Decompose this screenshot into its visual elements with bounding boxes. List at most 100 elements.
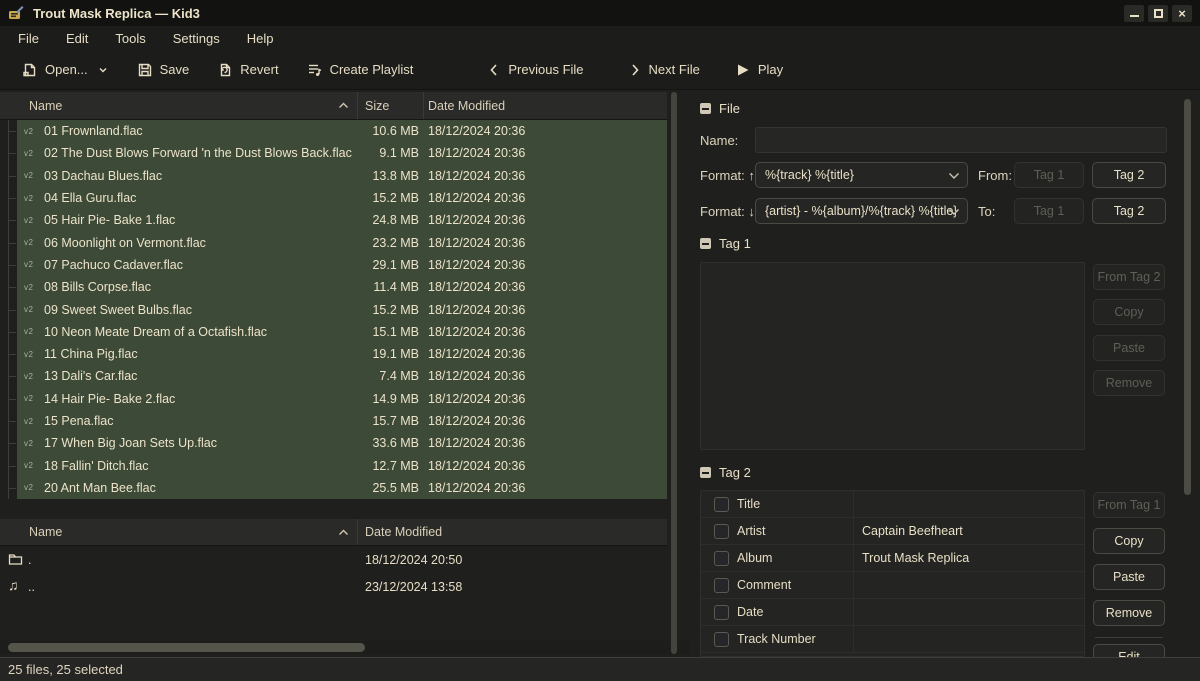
next-file-button[interactable]: Next File xyxy=(622,57,706,83)
file-column-name[interactable]: Name xyxy=(0,92,358,119)
minimize-button[interactable] xyxy=(1124,5,1144,22)
menu-tools[interactable]: Tools xyxy=(109,29,151,48)
filename-input[interactable] xyxy=(755,127,1167,153)
dir-list: . 18/12/2024 20:50 ♫ .. 23/12/2024 13:58 xyxy=(0,546,667,600)
format-to-combobox[interactable]: {artist} - %{album}/%{track} %{title} xyxy=(755,198,968,224)
tag-v2-indicator: v2 xyxy=(24,194,33,203)
file-column-size[interactable]: Size xyxy=(358,92,424,119)
tag2-copy-button[interactable]: Copy xyxy=(1093,528,1165,554)
tag1-copy-button[interactable]: Copy xyxy=(1093,299,1165,325)
field-checkbox[interactable] xyxy=(714,551,729,566)
file-date-modified: 18/12/2024 20:36 xyxy=(424,258,667,272)
file-date-modified: 18/12/2024 20:36 xyxy=(424,325,667,339)
tree-branch xyxy=(0,365,17,387)
file-date-modified: 18/12/2024 20:36 xyxy=(424,459,667,473)
file-row[interactable]: v2 02 The Dust Blows Forward 'n the Dust… xyxy=(0,142,667,164)
status-text: 25 files, 25 selected xyxy=(8,662,123,677)
tag1-paste-button[interactable]: Paste xyxy=(1093,335,1165,361)
tag2-edit-button[interactable]: Edit xyxy=(1093,644,1165,657)
tag1-from-tag2-button[interactable]: From Tag 2 xyxy=(1093,264,1165,290)
file-row[interactable]: v2 13 Dali's Car.flac 7.4 MB 18/12/2024 … xyxy=(0,365,667,387)
collapse-tag2-section-icon[interactable] xyxy=(700,467,711,478)
create-playlist-button[interactable]: Create Playlist xyxy=(301,57,420,83)
field-value[interactable]: Trout Mask Replica xyxy=(852,551,969,565)
file-row[interactable]: v2 15 Pena.flac 15.7 MB 18/12/2024 20:36 xyxy=(0,410,667,432)
menu-settings[interactable]: Settings xyxy=(167,29,226,48)
file-row[interactable]: v2 14 Hair Pie- Bake 2.flac 14.9 MB 18/1… xyxy=(0,388,667,410)
file-date-modified: 18/12/2024 20:36 xyxy=(424,146,667,160)
next-file-label: Next File xyxy=(649,62,700,77)
revert-button[interactable]: Revert xyxy=(211,57,284,83)
dir-column-name[interactable]: Name xyxy=(0,519,358,545)
file-row[interactable]: v2 03 Dachau Blues.flac 13.8 MB 18/12/20… xyxy=(0,165,667,187)
field-checkbox[interactable] xyxy=(714,524,729,539)
file-row[interactable]: v2 20 Ant Man Bee.flac 25.5 MB 18/12/202… xyxy=(0,477,667,499)
file-date-modified: 18/12/2024 20:36 xyxy=(424,280,667,294)
tag2-remove-button[interactable]: Remove xyxy=(1093,600,1165,626)
field-value[interactable]: Captain Beefheart xyxy=(852,524,963,538)
maximize-button[interactable] xyxy=(1148,5,1168,22)
file-row[interactable]: v2 08 Bills Corpse.flac 11.4 MB 18/12/20… xyxy=(0,276,667,298)
vertical-scrollbar-thumb[interactable] xyxy=(1184,99,1191,495)
file-row[interactable]: v2 07 Pachuco Cadaver.flac 29.1 MB 18/12… xyxy=(0,254,667,276)
tag1-remove-button[interactable]: Remove xyxy=(1093,370,1165,396)
tag-v2-indicator: v2 xyxy=(24,216,33,225)
play-label: Play xyxy=(758,62,783,77)
file-row[interactable]: v2 17 When Big Joan Sets Up.flac 33.6 MB… xyxy=(0,432,667,454)
panel-splitter[interactable] xyxy=(671,92,677,654)
chevron-down-icon xyxy=(948,172,960,180)
dir-row-current[interactable]: . 18/12/2024 20:50 xyxy=(0,546,667,573)
vertical-scrollbar[interactable] xyxy=(1184,95,1191,652)
file-row[interactable]: v2 11 China Pig.flac 19.1 MB 18/12/2024 … xyxy=(0,343,667,365)
tag2-paste-button[interactable]: Paste xyxy=(1093,564,1165,590)
file-row[interactable]: v2 06 Moonlight on Vermont.flac 23.2 MB … xyxy=(0,231,667,253)
collapse-file-section-icon[interactable] xyxy=(700,103,711,114)
file-date-modified: 18/12/2024 20:36 xyxy=(424,392,667,406)
dir-row-parent[interactable]: ♫ .. 23/12/2024 13:58 xyxy=(0,573,667,600)
close-button[interactable]: × xyxy=(1172,5,1192,22)
field-checkbox[interactable] xyxy=(714,632,729,647)
collapse-tag1-section-icon[interactable] xyxy=(700,238,711,249)
file-row[interactable]: v2 04 Ella Guru.flac 15.2 MB 18/12/2024 … xyxy=(0,187,667,209)
format-from-combobox[interactable]: %{track} %{title} xyxy=(755,162,968,188)
play-button[interactable]: Play xyxy=(728,57,789,83)
save-button[interactable]: Save xyxy=(131,57,196,83)
sort-ascending-icon xyxy=(338,101,349,110)
tree-branch xyxy=(0,231,17,253)
to-tag2-button[interactable]: Tag 2 xyxy=(1092,198,1166,224)
from-tag2-button[interactable]: Tag 2 xyxy=(1092,162,1166,188)
field-checkbox[interactable] xyxy=(714,578,729,593)
file-row[interactable]: v2 10 Neon Meate Dream of a Octafish.fla… xyxy=(0,321,667,343)
dir-name: . xyxy=(28,553,358,567)
dir-column-modified[interactable]: Date Modified xyxy=(358,519,667,545)
menu-edit[interactable]: Edit xyxy=(60,29,94,48)
file-name: 15 Pena.flac xyxy=(44,414,358,428)
tag2-from-tag1-button[interactable]: From Tag 1 xyxy=(1093,492,1165,518)
to-label: To: xyxy=(978,204,995,219)
open-button[interactable]: Open... xyxy=(16,57,115,83)
file-row[interactable]: v2 18 Fallin' Ditch.flac 12.7 MB 18/12/2… xyxy=(0,454,667,476)
field-label: Title xyxy=(737,497,852,511)
tree-branch xyxy=(0,276,17,298)
from-tag1-button[interactable]: Tag 1 xyxy=(1014,162,1084,188)
file-row[interactable]: v2 01 Frownland.flac 10.6 MB 18/12/2024 … xyxy=(0,120,667,142)
horizontal-scrollbar-thumb[interactable] xyxy=(8,643,365,652)
file-row[interactable]: v2 05 Hair Pie- Bake 1.flac 24.8 MB 18/1… xyxy=(0,209,667,231)
tag-v2-indicator: v2 xyxy=(24,417,33,426)
file-row[interactable]: v2 09 Sweet Sweet Bulbs.flac 15.2 MB 18/… xyxy=(0,298,667,320)
file-size: 15.2 MB xyxy=(358,191,424,205)
tag2-field-row: Track Number xyxy=(701,626,1084,653)
field-label: Album xyxy=(737,551,852,565)
file-column-modified[interactable]: Date Modified xyxy=(424,92,667,119)
menu-help[interactable]: Help xyxy=(241,29,280,48)
revert-label: Revert xyxy=(240,62,278,77)
file-name: 10 Neon Meate Dream of a Octafish.flac xyxy=(44,325,358,339)
menu-file[interactable]: File xyxy=(12,29,45,48)
tag2-field-row: Title xyxy=(701,491,1084,518)
to-tag1-button[interactable]: Tag 1 xyxy=(1014,198,1084,224)
open-dropdown-icon[interactable] xyxy=(97,64,109,76)
field-checkbox[interactable] xyxy=(714,605,729,620)
horizontal-scrollbar[interactable] xyxy=(0,641,690,654)
field-checkbox[interactable] xyxy=(714,497,729,512)
previous-file-button[interactable]: Previous File xyxy=(481,57,589,83)
